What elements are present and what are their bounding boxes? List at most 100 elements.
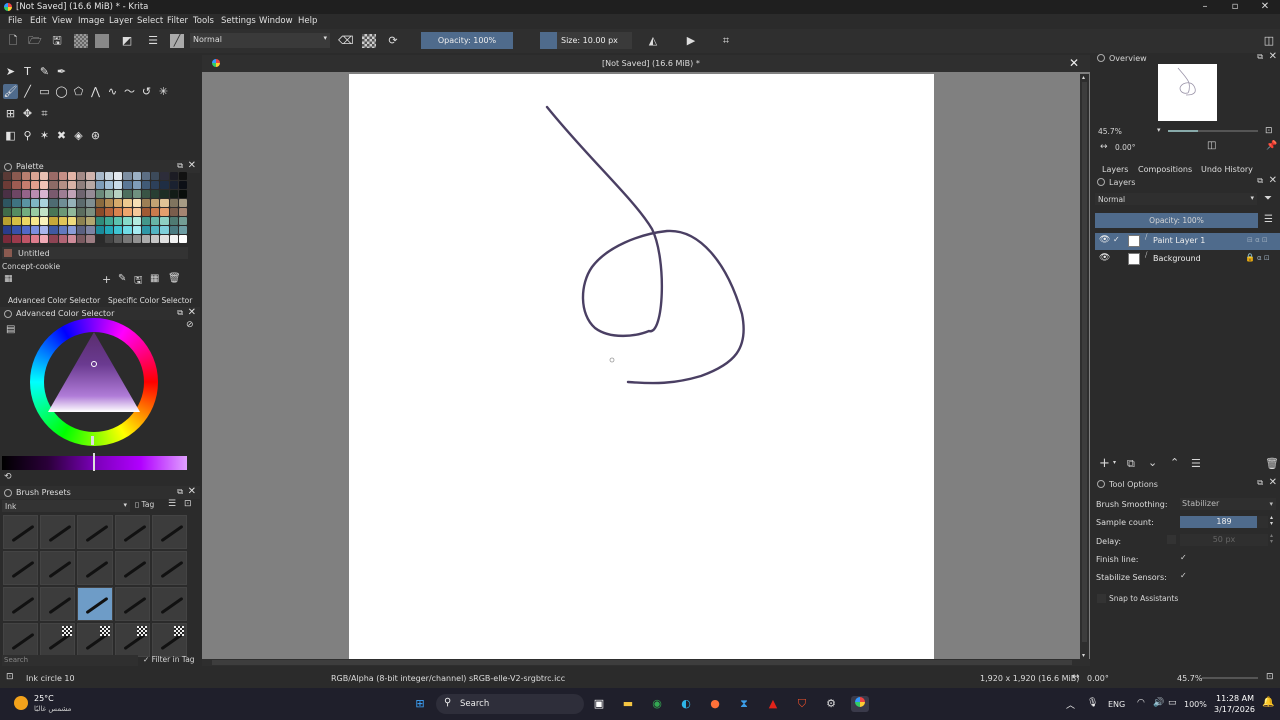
palette-swatch[interactable] [67,199,76,207]
layer-opacity-slider[interactable]: Opacity: 100% [1095,213,1258,228]
brush-view-menu-icon[interactable]: ☰ [168,499,176,509]
palette-swatch[interactable] [95,172,104,180]
crop-wrap-icon[interactable]: ⌗ [719,34,733,48]
brush-preset-selected[interactable] [77,587,113,621]
palette-swatch[interactable] [30,208,39,216]
palette-swatch[interactable] [3,208,12,216]
palette-swatch[interactable] [49,217,58,225]
palette-swatch[interactable] [104,172,113,180]
palette-swatch[interactable] [104,217,113,225]
palette-swatch[interactable] [77,208,86,216]
menu-layer[interactable]: Layer [109,16,133,26]
palette-name-field[interactable]: Untitled [2,247,188,259]
transform-tool-icon[interactable]: ⊞ [3,106,18,121]
brush-preset[interactable] [3,551,39,585]
palette-swatch[interactable] [123,217,132,225]
brush-import-icon[interactable]: ⊡ [184,499,192,509]
task-view-icon[interactable]: ▣ [590,696,608,712]
brush-preset[interactable] [151,587,187,621]
palette-swatch[interactable] [67,172,76,180]
close-panel-icon[interactable]: ✕ [1269,477,1277,488]
menu-select[interactable]: Select [137,16,163,26]
palette-swatch[interactable] [151,217,160,225]
palette-swatch[interactable] [49,172,58,180]
palette-swatch[interactable] [132,181,141,189]
palette-swatch[interactable] [141,199,150,207]
palette-swatch[interactable] [40,199,49,207]
sample-count-slider[interactable]: 189 [1180,516,1268,528]
palette-swatch[interactable] [95,190,104,198]
new-document-icon[interactable]: 🗋 [6,34,20,48]
palette-swatch[interactable] [40,217,49,225]
add-layer-icon[interactable]: + [1099,456,1110,471]
palette-swatch[interactable] [169,217,178,225]
brush-preset[interactable] [3,515,39,549]
menu-filter[interactable]: Filter [167,16,188,26]
palette-swatch[interactable] [141,235,150,243]
eraser-icon[interactable]: ⌫ [338,34,354,48]
palette-swatch[interactable] [21,235,30,243]
status-zoom[interactable]: 45.7% [1177,674,1202,683]
palette-table-icon[interactable]: ▦ [150,273,159,284]
brush-preset[interactable] [77,623,113,657]
color-picker-tool-icon[interactable]: ⚲ [20,128,35,143]
palette-swatch[interactable] [12,217,21,225]
edge-icon[interactable]: ◐ [677,696,695,712]
palette-swatch[interactable] [12,190,21,198]
palette-swatch[interactable] [151,172,160,180]
windows-start-icon[interactable]: ⊞ [411,696,429,712]
rectangle-tool-icon[interactable]: ▭ [37,84,52,99]
firefox-icon[interactable]: ● [706,696,724,712]
tab-layers[interactable]: Layers [1102,165,1128,174]
palette-swatch[interactable] [30,199,39,207]
close-panel-icon[interactable]: ✕ [1269,175,1277,186]
workspace-icon[interactable]: ◫ [1262,34,1276,48]
calligraphy-tool-icon[interactable]: ✒ [54,64,69,79]
palette-grid-icon[interactable]: ▦ [4,274,13,284]
horizontal-scroll-thumb[interactable] [212,660,1072,665]
edit-shapes-tool-icon[interactable]: ✎ [37,64,52,79]
line-tool-icon[interactable]: ╱ [20,84,35,99]
float-panel-icon[interactable]: ⧉ [1257,478,1263,488]
palette-swatch[interactable] [104,190,113,198]
menu-file[interactable]: File [8,16,22,26]
palette-swatch[interactable] [3,226,12,234]
delay-slider[interactable]: 50 px [1180,534,1268,546]
palette-swatch[interactable] [67,181,76,189]
chrome-icon[interactable]: ◉ [648,696,666,712]
palette-swatch[interactable] [169,181,178,189]
palette-swatch[interactable] [49,208,58,216]
palette-swatch[interactable] [95,235,104,243]
spin-arrows-icon[interactable]: ▴ ▾ [1270,533,1273,545]
status-color-space[interactable]: RGB/Alpha (8-bit integer/channel) sRGB-e… [331,674,565,683]
palette-swatch[interactable] [178,190,187,198]
battery-icon[interactable]: ▭ [1168,698,1177,708]
taskbar-search-box[interactable]: ⚲ Search [436,694,584,714]
drawing-canvas[interactable] [349,74,934,659]
palette-swatch[interactable] [67,190,76,198]
brush-smoothing-select[interactable]: Stabilizer ▾ [1180,498,1276,510]
visibility-eye-icon[interactable]: 👁 [1099,235,1110,245]
palette-swatch[interactable] [86,235,95,243]
palette-swatch[interactable] [114,226,123,234]
palette-swatch[interactable] [40,181,49,189]
palette-swatch[interactable] [178,172,187,180]
fill-tool-icon[interactable]: ◈ [71,128,86,143]
brush-preset[interactable] [3,623,39,657]
palette-swatch[interactable] [21,208,30,216]
palette-swatch[interactable] [160,208,169,216]
mirror-horizontal-icon[interactable]: ◭ [646,34,660,48]
close-document-icon[interactable]: ✕ [1069,56,1079,70]
brush-preset[interactable] [77,515,113,549]
brush-preset[interactable] [114,551,150,585]
palette-swatch[interactable] [58,226,67,234]
visibility-eye-icon[interactable]: 👁 [1099,253,1110,263]
brush-preset[interactable] [40,551,76,585]
close-panel-icon[interactable]: ✕ [188,307,196,318]
menu-help[interactable]: Help [298,16,317,26]
clock-date[interactable]: 3/17/2026 [1214,705,1255,714]
brush-preset[interactable] [3,587,39,621]
mirror-vertical-icon[interactable]: ▶ [684,34,698,48]
palette-swatch[interactable] [86,172,95,180]
chevron-down-icon[interactable]: ▾ [1113,459,1116,466]
